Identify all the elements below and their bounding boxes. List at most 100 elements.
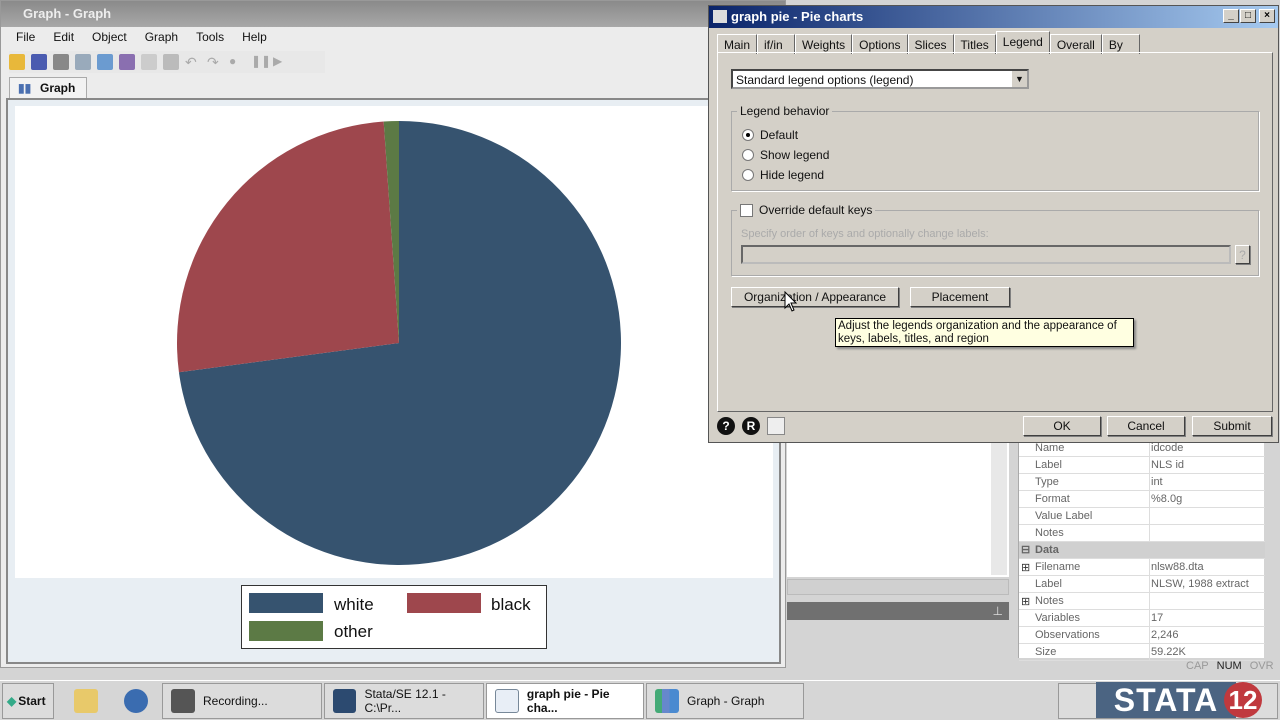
graph-editor-icon[interactable] (119, 54, 135, 70)
task-graph-pie-dialog[interactable]: graph pie - Pie cha... (486, 683, 644, 719)
minimize-button[interactable]: _ (1223, 9, 1239, 23)
radio-label: Default (760, 128, 799, 142)
property-key: Value Label (1035, 510, 1093, 522)
menu-tools[interactable]: Tools (187, 29, 233, 45)
menu-file[interactable]: File (7, 29, 44, 45)
copy-command-icon[interactable] (767, 417, 785, 435)
menu-help[interactable]: Help (233, 29, 276, 45)
open-icon[interactable] (9, 54, 25, 70)
property-row[interactable]: Format %8.0g (1019, 491, 1265, 508)
radio-show-legend[interactable]: Show legend (742, 148, 829, 162)
task-graph[interactable]: Graph - Graph (646, 683, 804, 719)
divider (1149, 627, 1150, 644)
save-icon[interactable] (31, 54, 47, 70)
menu-object[interactable]: Object (83, 29, 136, 45)
graph-window: Graph - Graph File Edit Object Graph Too… (0, 0, 786, 668)
radio-dot (742, 169, 754, 181)
copy-icon[interactable] (75, 54, 91, 70)
property-row[interactable]: Value Label (1019, 508, 1265, 525)
property-row[interactable]: Observations 2,246 (1019, 627, 1265, 644)
start-button[interactable]: ◆ Start (2, 683, 54, 719)
radio-label: Hide legend (760, 168, 825, 182)
num-indicator: NUM (1216, 660, 1242, 672)
task-recording[interactable]: Recording... (162, 683, 322, 719)
tab-weights[interactable]: Weights (795, 34, 853, 54)
tab-titles[interactable]: Titles (953, 34, 996, 54)
dialog-tabs: Main if/in Weights Options Slices Titles… (717, 31, 1140, 54)
radio-default[interactable]: Default (742, 128, 798, 142)
tab-slices[interactable]: Slices (907, 34, 954, 54)
start-label: Start (18, 694, 46, 708)
property-row[interactable]: Size 59.22K (1019, 644, 1265, 661)
pin-icon[interactable]: ⊥ (993, 604, 1003, 618)
help-icon[interactable]: ? (717, 417, 735, 435)
property-row[interactable]: Variables 17 (1019, 610, 1265, 627)
legend-behavior-group: Legend behavior Default Show legend Hide… (731, 104, 1259, 191)
tab-if-in[interactable]: if/in (757, 34, 796, 54)
menu-graph[interactable]: Graph (136, 29, 187, 45)
thunderbird-icon[interactable] (124, 689, 148, 713)
explorer-icon[interactable] (74, 689, 98, 713)
copy-graph-icon[interactable] (97, 54, 113, 70)
expand-icon[interactable]: ⊞ (1021, 561, 1030, 574)
collapse-icon[interactable]: ⊟ (1021, 543, 1030, 556)
close-button[interactable]: × (1259, 9, 1275, 23)
chevron-down-icon[interactable]: ▼ (1012, 71, 1027, 87)
property-row[interactable]: ⊞ Filename nlsw88.dta (1019, 559, 1265, 576)
legend-type-select[interactable]: Standard legend options (legend) ▼ (731, 69, 1029, 89)
property-row[interactable]: ⊞ Notes (1019, 593, 1265, 610)
tab-by[interactable]: By (1101, 34, 1140, 54)
task-label: Recording... (203, 694, 268, 708)
tab-graph[interactable]: ▮▮ Graph (9, 77, 87, 99)
tab-overall[interactable]: Overall (1049, 34, 1102, 54)
task-label: Graph - Graph (687, 694, 765, 708)
dialog-title-text: graph pie - Pie charts (731, 9, 864, 24)
placement-button[interactable]: Placement (910, 287, 1010, 307)
property-row[interactable]: Label NLS id (1019, 457, 1265, 474)
override-keys-label: Override default keys (759, 203, 873, 217)
stata-logo: STATA 12 (1096, 682, 1262, 718)
property-row[interactable]: Type int (1019, 474, 1265, 491)
redo-icon[interactable]: ↷ (207, 54, 223, 70)
maximize-button[interactable]: □ (1240, 9, 1256, 23)
submit-button[interactable]: Submit (1192, 416, 1272, 436)
tab-legend[interactable]: Legend (995, 31, 1050, 54)
organization-appearance-button[interactable]: Organization / Appearance (731, 287, 899, 307)
blank-icon[interactable] (141, 54, 157, 70)
play-icon[interactable]: ▶ (273, 54, 289, 70)
undo-icon[interactable]: ↶ (185, 54, 201, 70)
column-headers (787, 579, 1009, 595)
print-icon[interactable] (53, 54, 69, 70)
graph-area: white black other (6, 98, 781, 664)
pause-icon[interactable]: ❚❚ (251, 54, 271, 70)
pie-slice-black (177, 121, 399, 373)
property-row[interactable]: Notes (1019, 525, 1265, 542)
tab-main[interactable]: Main (717, 34, 758, 54)
radio-hide-legend[interactable]: Hide legend (742, 168, 824, 182)
pie-chart (177, 121, 621, 565)
scrollbar[interactable] (991, 442, 1007, 575)
dialog-icon (495, 689, 519, 713)
cancel-button[interactable]: Cancel (1107, 416, 1185, 436)
tab-options[interactable]: Options (852, 34, 908, 54)
keys-input[interactable] (741, 245, 1231, 264)
legend-type-value: Standard legend options (legend) (736, 73, 914, 87)
keys-help-button[interactable]: ? (1235, 245, 1250, 264)
expand-icon[interactable]: ⊞ (1021, 595, 1030, 608)
legend-label-other: other (334, 622, 373, 641)
data-section-header[interactable]: ⊟ Data (1019, 542, 1265, 559)
menu-bar: File Edit Object Graph Tools Help (7, 29, 276, 45)
property-row[interactable]: Label NLSW, 1988 extract (1019, 576, 1265, 593)
menu-edit[interactable]: Edit (44, 29, 83, 45)
reset-icon[interactable]: R (742, 417, 760, 435)
record-icon[interactable]: ● (229, 54, 245, 70)
ok-button[interactable]: OK (1023, 416, 1101, 436)
override-keys-checkbox[interactable]: Override default keys (737, 203, 876, 217)
property-value: NLS id (1151, 459, 1185, 471)
property-value: 2,246 (1151, 629, 1179, 641)
variables-list: ⊥ (787, 442, 1009, 620)
pointer-icon[interactable] (163, 54, 179, 70)
divider (1149, 644, 1150, 661)
task-stata[interactable]: Stata/SE 12.1 - C:\Pr... (324, 683, 484, 719)
property-value: int (1151, 476, 1163, 488)
